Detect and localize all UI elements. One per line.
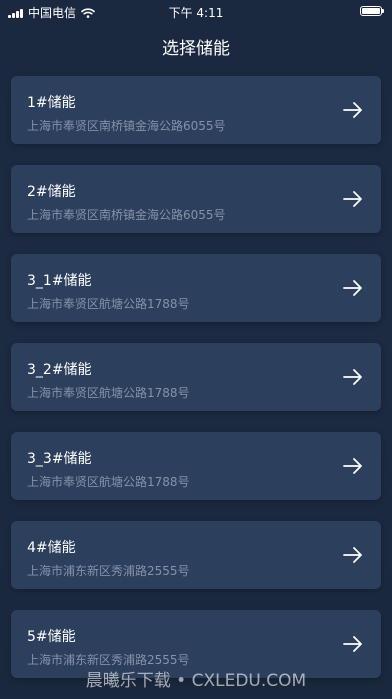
storage-address: 上海市奉贤区南桥镇金海公路6055号 bbox=[27, 208, 226, 222]
arrow-right-icon[interactable] bbox=[343, 546, 363, 564]
page-title: 选择储能 bbox=[162, 39, 230, 59]
storage-address: 上海市奉贤区航塘公路1788号 bbox=[27, 297, 190, 311]
storage-name: 3_3#储能 bbox=[27, 451, 92, 467]
arrow-right-icon[interactable] bbox=[343, 457, 363, 475]
storage-address: 上海市浦东新区秀浦路2555号 bbox=[27, 564, 190, 578]
battery-icon bbox=[360, 6, 384, 16]
arrow-right-icon[interactable] bbox=[343, 279, 363, 297]
storage-name: 3_1#储能 bbox=[27, 273, 92, 289]
storage-name: 5#储能 bbox=[27, 629, 76, 645]
storage-item[interactable]: 3_1#储能 上海市奉贤区航塘公路1788号 bbox=[11, 254, 381, 322]
storage-name: 3_2#储能 bbox=[27, 362, 92, 378]
storage-item[interactable]: 4#储能 上海市浦东新区秀浦路2555号 bbox=[11, 521, 381, 589]
arrow-right-icon[interactable] bbox=[343, 190, 363, 208]
storage-address: 上海市奉贤区南桥镇金海公路6055号 bbox=[27, 119, 226, 133]
watermark: 晨曦乐下载 • CXLEDU.COM bbox=[85, 671, 307, 691]
storage-address: 上海市奉贤区航塘公路1788号 bbox=[27, 475, 190, 489]
storage-name: 2#储能 bbox=[27, 184, 76, 200]
storage-name: 4#储能 bbox=[27, 540, 76, 556]
arrow-right-icon[interactable] bbox=[343, 635, 363, 653]
storage-list: 1#储能 上海市奉贤区南桥镇金海公路6055号 2#储能 上海市奉贤区南桥镇金海… bbox=[11, 76, 381, 699]
storage-address: 上海市奉贤区航塘公路1788号 bbox=[27, 386, 190, 400]
storage-item[interactable]: 3_3#储能 上海市奉贤区航塘公路1788号 bbox=[11, 432, 381, 500]
storage-item[interactable]: 1#储能 上海市奉贤区南桥镇金海公路6055号 bbox=[11, 76, 381, 144]
storage-item[interactable]: 3_2#储能 上海市奉贤区航塘公路1788号 bbox=[11, 343, 381, 411]
status-time: 下午 4:11 bbox=[168, 6, 224, 20]
arrow-right-icon[interactable] bbox=[343, 368, 363, 386]
status-bar: 中国电信 下午 4:11 bbox=[0, 0, 392, 22]
storage-item[interactable]: 2#储能 上海市奉贤区南桥镇金海公路6055号 bbox=[11, 165, 381, 233]
storage-name: 1#储能 bbox=[27, 95, 76, 111]
arrow-right-icon[interactable] bbox=[343, 101, 363, 119]
